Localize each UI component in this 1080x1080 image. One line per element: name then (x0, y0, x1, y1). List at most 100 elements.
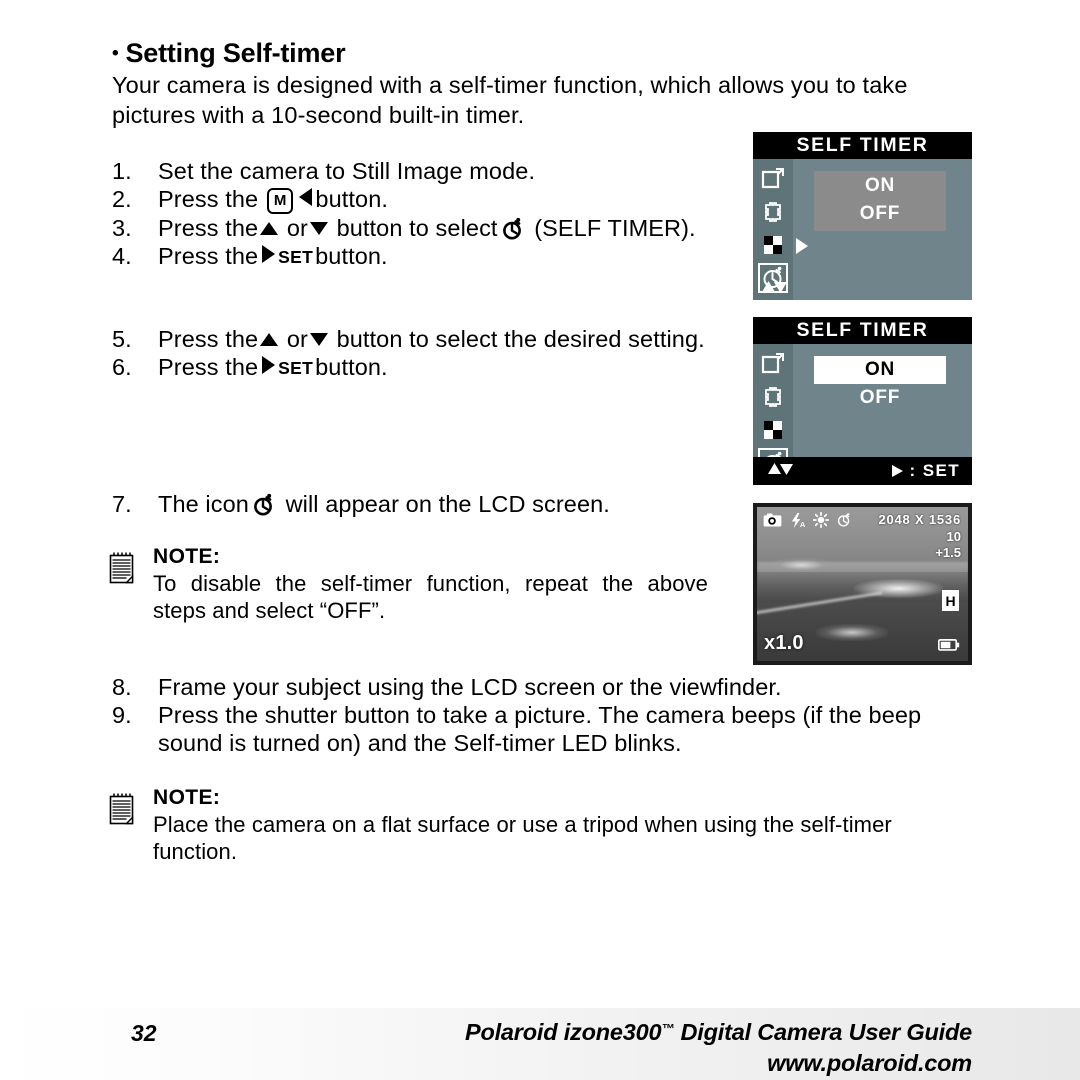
sharpness-icon[interactable] (760, 417, 786, 443)
step-item: 2. Press the Mbutton. (112, 185, 732, 214)
step-number: 5. (112, 326, 132, 352)
step-item: 7. The icon will appear on the LCD scree… (112, 490, 732, 518)
step-item: 3. Press the or button to select (SELF T… (112, 214, 732, 242)
preview-quality-badge: H (942, 590, 959, 611)
lcd-menu-footer-bar: : SET (753, 457, 972, 485)
preview-exposure-value: +1.5 (935, 545, 961, 560)
lcd-menu-option-on[interactable]: ON (814, 356, 946, 384)
lcd-menu-options: ON OFF (814, 171, 946, 231)
step-text-post: button. (315, 186, 388, 212)
footer-product-title: Polaroid izone300™ Digital Camera User G… (465, 1019, 972, 1046)
lcd-menu-body: ON OFF (753, 159, 972, 300)
footer-title-rest: Digital Camera User Guide (674, 1019, 973, 1045)
step-text: Frame your subject using the LCD screen … (158, 674, 782, 700)
battery-icon (937, 638, 960, 651)
image-size-icon[interactable] (760, 166, 786, 192)
note-text: To disable the self-timer function, repe… (153, 571, 708, 623)
photo-highlight (816, 624, 888, 641)
lcd-menu-screen-2: SELF TIMER ON OFF: SET (753, 317, 972, 485)
step-item: 9. Press the shutter button to take a pi… (112, 701, 982, 757)
up-arrow-icon (260, 222, 279, 235)
lcd-menu-updown-arrows (759, 279, 789, 295)
steps-group-2: 5. Press the or button to select the des… (112, 325, 732, 382)
set-label: SET (278, 247, 314, 267)
step-number: 3. (112, 215, 132, 241)
step-text-post: button. (315, 243, 388, 269)
step-number: 9. (112, 702, 132, 728)
lcd-menu-title: SELF TIMER (753, 317, 972, 344)
lcd-menu-option-off[interactable]: OFF (814, 384, 946, 412)
lcd-menu-set-label: : SET (909, 461, 960, 480)
image-size-icon[interactable] (760, 351, 786, 377)
step-text-tail: (SELF TIMER). (534, 215, 696, 241)
manual-page: • Setting Self-timer Your camera is desig… (0, 0, 1080, 1080)
bullet-glyph: • (112, 43, 119, 64)
steps-group-1: 1. Set the camera to Still Image mode. 2… (112, 157, 732, 271)
step-text: Press the SETbutton. (158, 242, 732, 271)
step-text: Set the camera to Still Image mode. (158, 158, 536, 184)
preview-resolution: 2048 X 1536 (878, 512, 961, 527)
step-text: Press the SETbutton. (158, 353, 732, 382)
note-label: NOTE: (153, 786, 221, 809)
lcd-menu-cursor-arrow-icon (796, 238, 808, 254)
mode-button-icon: M (266, 188, 294, 214)
lcd-menu-icon-list (753, 159, 793, 293)
steps-group-4: 8. Frame your subject using the LCD scre… (112, 673, 982, 757)
lcd-preview-screen: A 2048 X 1536 10 +1.5 H x1.0 (753, 503, 972, 665)
page-footer: 32 Polaroid izone300™ Digital Camera Use… (0, 1008, 1080, 1080)
step-number: 2. (112, 186, 132, 212)
set-label: SET (278, 358, 314, 378)
page-title-text: Setting Self-timer (125, 38, 346, 68)
step-text: Press the shutter button to take a pictu… (158, 702, 922, 756)
daylight-white-balance-icon (812, 511, 830, 533)
lcd-menu-body: ON OFF : SET (753, 344, 972, 485)
notepad-icon (108, 551, 136, 585)
self-timer-icon (252, 493, 276, 517)
step-text-pre: Press the (158, 354, 259, 380)
notepad-icon (108, 792, 136, 826)
lcd-preview-image: A 2048 X 1536 10 +1.5 H x1.0 (757, 507, 968, 661)
step-text-pre: Press the (158, 326, 259, 352)
svg-text:A: A (800, 520, 806, 528)
image-quality-icon[interactable] (760, 384, 786, 410)
step-text-pre: Press the (158, 243, 259, 269)
intro-paragraph: Your camera is designed with a self-time… (112, 72, 908, 128)
step-text-or: or (286, 215, 308, 241)
lcd-menu-title: SELF TIMER (753, 132, 972, 159)
footer-page-number: 32 (131, 1020, 157, 1046)
note-body: NOTE: To disable the self-timer function… (153, 545, 708, 624)
lcd-menu-screen-1: SELF TIMER ON OFF (753, 132, 972, 300)
note-label: NOTE: (153, 545, 221, 568)
sharpness-icon[interactable] (760, 232, 786, 258)
image-quality-icon[interactable] (760, 199, 786, 225)
page-title: • Setting Self-timer (112, 38, 346, 69)
left-arrow-icon (299, 188, 313, 206)
steps-group-3: 7. The icon will appear on the LCD scree… (112, 490, 732, 518)
step-item: 4. Press the SETbutton. (112, 242, 732, 271)
step-item: 8. Frame your subject using the LCD scre… (112, 673, 982, 701)
self-timer-icon (501, 217, 525, 241)
down-arrow-icon (309, 333, 328, 346)
step-text-or: or (286, 326, 308, 352)
step-text-pre: Press the (158, 186, 259, 212)
camera-mode-icon (763, 513, 782, 532)
down-arrow-icon (309, 222, 328, 235)
step-text: The icon will appear on the LCD screen. (158, 490, 732, 518)
step-text-post: will appear on the LCD screen. (285, 491, 610, 517)
step-text-post: button to select the desired setting. (336, 326, 705, 352)
right-arrow-icon (262, 356, 276, 374)
lcd-menu-updown-arrows (765, 461, 795, 482)
step-number: 8. (112, 674, 132, 700)
footer-product-name: Polaroid izone300 (464, 1019, 662, 1045)
lcd-menu-option-off[interactable]: OFF (814, 200, 946, 228)
note-block: NOTE: Place the camera on a flat surface… (108, 786, 980, 865)
note-block: NOTE: To disable the self-timer function… (108, 545, 708, 624)
lcd-menu-options: ON OFF (814, 356, 946, 412)
step-item: 1. Set the camera to Still Image mode. (112, 157, 732, 185)
preview-zoom-level: x1.0 (764, 632, 804, 654)
lcd-menu-option-on[interactable]: ON (814, 172, 946, 200)
right-arrow-icon (891, 465, 903, 477)
up-arrow-icon (260, 333, 279, 346)
step-text: Press the or button to select (SELF TIME… (158, 214, 732, 242)
step-number: 1. (112, 158, 132, 184)
